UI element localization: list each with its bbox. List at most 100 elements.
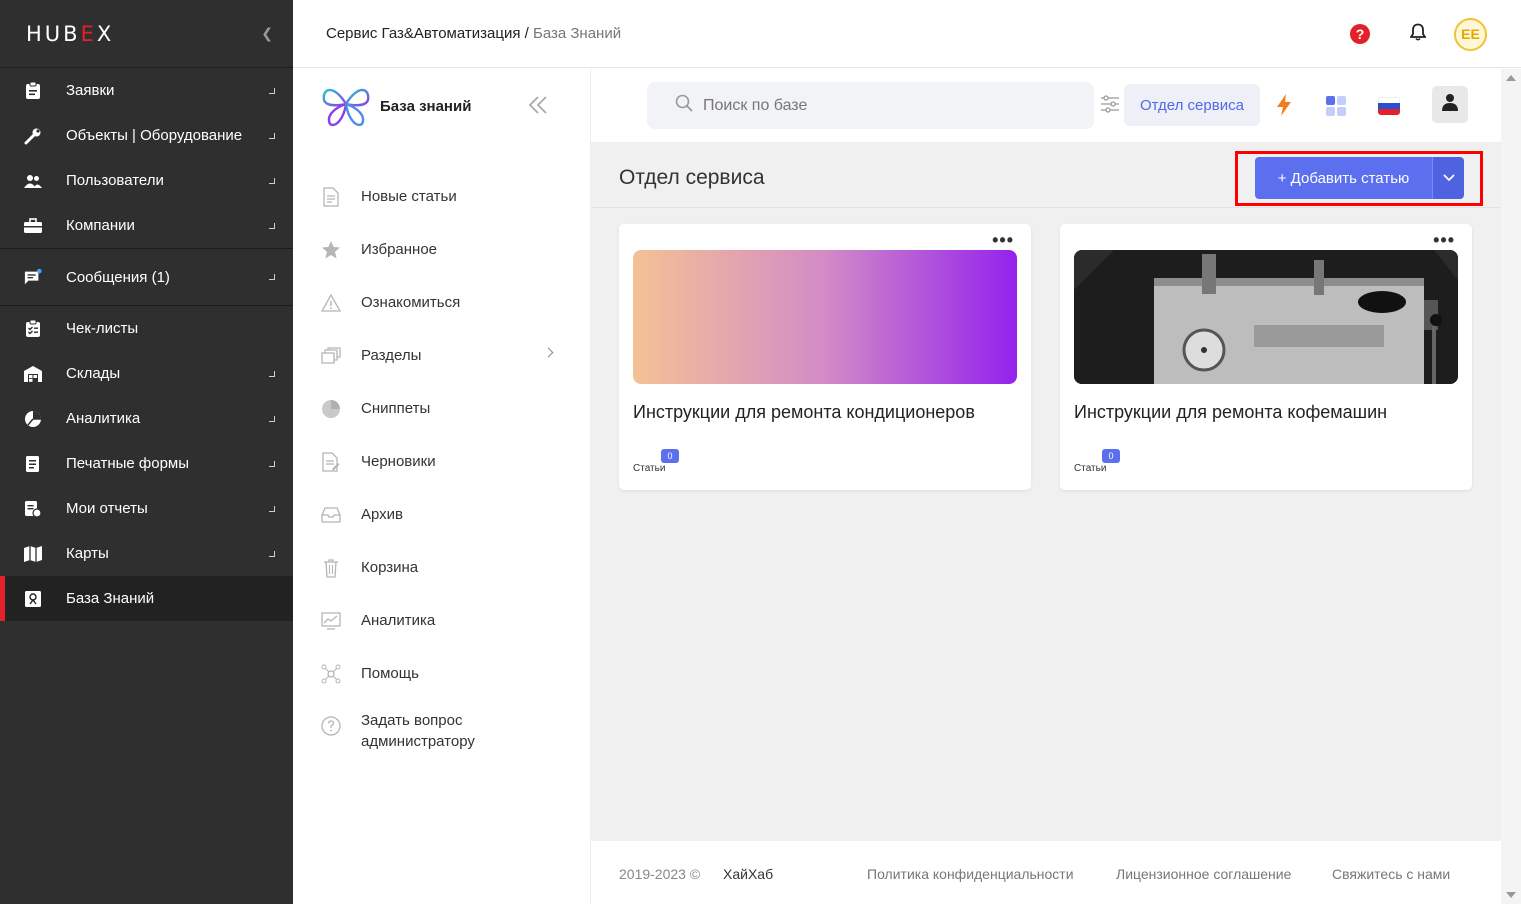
card-cover-image <box>1074 250 1458 384</box>
kb-menu: Новые статьи Избранное Ознакомиться Разд… <box>293 170 590 764</box>
kb-item-archive[interactable]: Архив <box>293 488 590 541</box>
kb-item-trash[interactable]: Корзина <box>293 541 590 594</box>
article-count-label: Статьи <box>633 463 666 474</box>
footer-brand-link[interactable]: ХайХаб <box>723 866 773 882</box>
nav-item-knowledge-base[interactable]: База Знаний <box>0 576 293 621</box>
nav-item-objects[interactable]: Объекты | Оборудование <box>0 113 293 158</box>
search-input[interactable] <box>703 96 1063 115</box>
wrench-icon <box>24 127 42 145</box>
kb-item-ask-admin[interactable]: Задать вопрос администратору <box>293 700 590 764</box>
more-options-icon[interactable]: ••• <box>992 230 1014 251</box>
bell-icon[interactable] <box>1409 23 1427 46</box>
chat-icon <box>24 268 42 286</box>
question-circle-icon <box>321 716 341 736</box>
users-icon <box>24 172 42 190</box>
scroll-up-icon[interactable] <box>1506 75 1516 81</box>
kb-item-analytics[interactable]: Аналитика <box>293 594 590 647</box>
russian-flag-icon[interactable] <box>1378 97 1400 115</box>
more-options-icon[interactable]: ••• <box>1433 230 1455 251</box>
expand-corner-icon <box>269 177 275 184</box>
kb-item-favorites[interactable]: Избранное <box>293 223 590 276</box>
lightning-icon[interactable] <box>1275 94 1293 121</box>
header-actions: ? EE <box>1350 0 1487 68</box>
category-card[interactable]: ••• Инструкции для ремонта кондиционеров… <box>619 224 1031 490</box>
user-icon <box>1441 93 1459 116</box>
user-profile-button[interactable] <box>1432 86 1468 123</box>
nav-item-analytics[interactable]: Аналитика <box>0 396 293 441</box>
article-count-label: Статьи <box>1074 463 1107 474</box>
card-title[interactable]: Инструкции для ремонта кофемашин <box>1074 402 1387 423</box>
expand-corner-icon <box>269 415 275 422</box>
map-icon <box>24 545 42 563</box>
nav-item-my-reports[interactable]: Мои отчеты <box>0 486 293 531</box>
archive-icon <box>321 505 341 525</box>
draft-icon <box>321 451 341 472</box>
trash-icon <box>321 558 341 578</box>
add-article-dropdown[interactable] <box>1432 157 1464 199</box>
nav-item-checklists[interactable]: Чек-листы <box>0 306 293 351</box>
nav-item-warehouses[interactable]: Склады <box>0 351 293 396</box>
page-header: Отдел сервиса + Добавить статью <box>591 142 1501 208</box>
expand-corner-icon <box>269 550 275 557</box>
contact-us-link[interactable]: Свяжитесь с нами <box>1332 866 1450 882</box>
add-article-button[interactable]: + Добавить статью <box>1255 157 1432 199</box>
briefcase-icon <box>24 217 42 235</box>
highlight-frame: + Добавить статью <box>1235 151 1483 206</box>
messages-nav: Сообщения (1) <box>0 249 293 305</box>
footer: 2019-2023 © ХайХаб Политика конфиденциал… <box>591 841 1501 904</box>
expand-corner-icon <box>269 460 275 467</box>
double-chevron-left-icon[interactable] <box>528 95 548 120</box>
page-title: Отдел сервиса <box>619 166 765 189</box>
expand-corner-icon <box>269 222 275 229</box>
apps-grid-icon[interactable] <box>1326 96 1346 121</box>
expand-corner-icon <box>269 132 275 139</box>
breadcrumb-root[interactable]: Сервис Газ&Автоматизация <box>326 25 520 42</box>
nav-item-users[interactable]: Пользователи <box>0 158 293 203</box>
avatar[interactable]: EE <box>1454 17 1487 51</box>
main-content: Отдел сервиса Отдел сервиса + Добавить с… <box>591 69 1501 904</box>
main-nav: Заявки Объекты | Оборудование Пользовате… <box>0 68 293 248</box>
coffee-machine-image <box>1074 250 1458 384</box>
help-icon[interactable]: ? <box>1350 24 1370 44</box>
nav-item-maps[interactable]: Карты <box>0 531 293 576</box>
kb-sidebar: База знаний Новые статьи Избранное Ознак… <box>293 69 591 904</box>
knowledge-icon <box>24 590 42 608</box>
license-agreement-link[interactable]: Лицензионное соглашение <box>1116 866 1291 882</box>
chevron-down-icon <box>1442 169 1455 187</box>
nav-item-companies[interactable]: Компании <box>0 203 293 248</box>
toolbar: Отдел сервиса <box>591 69 1501 142</box>
kb-item-drafts[interactable]: Черновики <box>293 435 590 488</box>
article-count-badge: 0 <box>661 449 679 463</box>
kb-item-new-articles[interactable]: Новые статьи <box>293 170 590 223</box>
main-sidebar: HUBEX ❮ Заявки Объекты | Оборудование По… <box>0 0 293 904</box>
category-card[interactable]: ••• Инструкции для ремонта кофемашин 0 С… <box>1060 224 1472 490</box>
kb-item-help[interactable]: Помощь <box>293 647 590 700</box>
kb-title: База знаний <box>380 98 472 115</box>
privacy-policy-link[interactable]: Политика конфиденциальности <box>867 866 1074 882</box>
nav-item-requests[interactable]: Заявки <box>0 68 293 113</box>
logo-row: HUBEX ❮ <box>0 0 293 68</box>
scroll-down-icon[interactable] <box>1506 892 1516 898</box>
breadcrumb: Сервис Газ&Автоматизация / База Знаний <box>326 25 622 42</box>
card-title[interactable]: Инструкции для ремонта кондиционеров <box>633 402 975 423</box>
print-form-icon <box>24 455 42 473</box>
filter-settings-icon[interactable] <box>1100 95 1120 118</box>
department-button[interactable]: Отдел сервиса <box>1124 84 1260 126</box>
nav-item-messages[interactable]: Сообщения (1) <box>0 249 293 305</box>
kb-brand: База знаний <box>293 69 590 144</box>
footer-copyright: 2019-2023 © <box>619 866 701 882</box>
collapse-sidebar-icon[interactable]: ❮ <box>261 25 273 42</box>
nav-item-print-forms[interactable]: Печатные формы <box>0 441 293 486</box>
clipboard-icon <box>24 81 42 100</box>
kb-item-sections[interactable]: Разделы <box>293 329 590 382</box>
page-scrollbar[interactable] <box>1501 69 1521 904</box>
analytics-chart-icon <box>321 611 341 631</box>
kb-item-snippets[interactable]: Сниппеты <box>293 382 590 435</box>
article-count-badge: 0 <box>1102 449 1120 463</box>
card-cover-image <box>633 250 1017 384</box>
hubex-logo[interactable]: HUBEX <box>26 22 114 46</box>
star-icon <box>321 240 341 260</box>
snippet-icon <box>321 399 341 419</box>
checklist-icon <box>24 319 42 338</box>
kb-item-review[interactable]: Ознакомиться <box>293 276 590 329</box>
